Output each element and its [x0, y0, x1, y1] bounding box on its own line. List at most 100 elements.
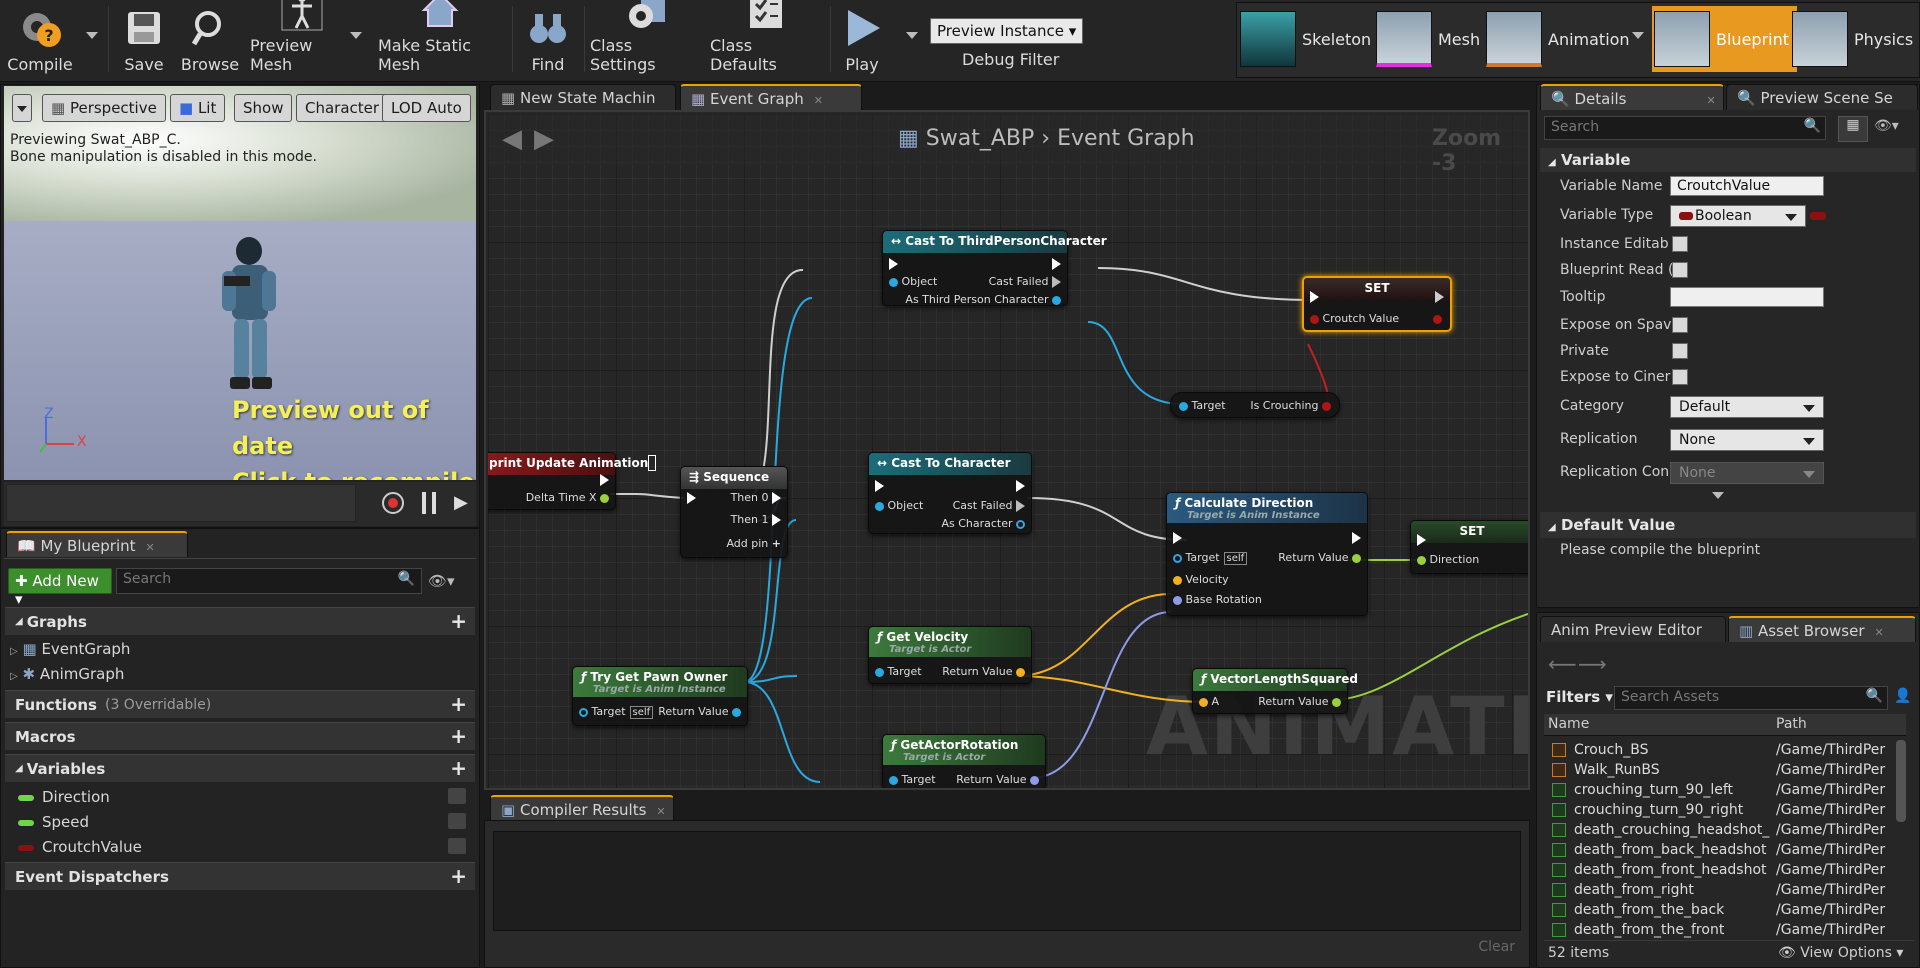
- property-matrix-grid-icon[interactable]: ▦: [1838, 116, 1868, 142]
- back-arrow-icon[interactable]: ⟵: [1548, 652, 1577, 676]
- class-defaults-button[interactable]: Class Defaults: [710, 0, 822, 78]
- eye-visibility-icon[interactable]: [448, 813, 466, 829]
- play-options-chevron-down-icon[interactable]: [906, 32, 918, 39]
- asset-row[interactable]: death_from_back_headshot: [1552, 842, 1766, 858]
- advanced-expand-chevron-down-icon[interactable]: [1712, 492, 1724, 499]
- save-button[interactable]: Save: [118, 0, 170, 78]
- lit-button[interactable]: ■ Lit: [170, 94, 226, 122]
- debug-object-select[interactable]: Preview Instance ▾: [930, 18, 1084, 44]
- compile-options-chevron-down-icon[interactable]: [86, 32, 98, 39]
- blueprint-read-only-checkbox[interactable]: [1672, 262, 1688, 278]
- show-button[interactable]: Show: [234, 94, 293, 122]
- return-value-pin[interactable]: Return Value: [956, 773, 1039, 786]
- lock-person-icon[interactable]: 👤: [1894, 688, 1911, 704]
- a-pin[interactable]: A: [1199, 695, 1219, 708]
- croutch-value-pin[interactable]: Croutch Value: [1310, 312, 1399, 325]
- asset-row[interactable]: Walk_RunBS: [1552, 762, 1660, 778]
- close-icon[interactable]: ✕: [656, 805, 665, 818]
- tab-asset-browser[interactable]: ▥ Asset Browser ✕: [1728, 616, 1916, 642]
- step-forward-button[interactable]: ▶: [454, 492, 468, 513]
- mode-mesh-button[interactable]: Mesh: [1376, 6, 1488, 72]
- details-search-input[interactable]: Search 🔍: [1544, 116, 1826, 140]
- search-icon[interactable]: 🔍: [1804, 118, 1821, 134]
- add-macro-plus-icon[interactable]: +: [450, 726, 467, 746]
- tab-my-blueprint[interactable]: 📖 My Blueprint ✕: [6, 531, 188, 557]
- close-icon[interactable]: ✕: [814, 94, 823, 107]
- forward-arrow-icon[interactable]: ⟶: [1578, 652, 1607, 676]
- tab-details[interactable]: 🔍 Details ✕: [1540, 84, 1724, 110]
- node-calculate-direction[interactable]: ƒ Calculate Direction Target is Anim Ins…: [1166, 492, 1368, 616]
- croutch-value-out-pin[interactable]: [1433, 312, 1442, 325]
- expose-on-spawn-checkbox[interactable]: [1672, 317, 1688, 333]
- compile-button[interactable]: ? Compile: [4, 0, 76, 78]
- target-pin[interactable]: Target self: [1173, 551, 1248, 565]
- filters-button[interactable]: Filters ▾: [1546, 688, 1613, 706]
- section-macros[interactable]: Macros +: [5, 722, 475, 750]
- find-button[interactable]: Find: [520, 0, 576, 78]
- node-is-crouching[interactable]: Target Is Crouching: [1170, 392, 1340, 418]
- tab-new-state-machine[interactable]: ▦ New State Machin: [490, 84, 676, 110]
- node-get-velocity[interactable]: ƒ Get Velocity Target is Actor Target Re…: [868, 626, 1032, 684]
- view-options-button[interactable]: 👁 View Options ▾: [1778, 945, 1903, 961]
- cast-failed-pin[interactable]: Cast Failed: [989, 275, 1061, 288]
- eye-visibility-icon[interactable]: [448, 838, 466, 854]
- make-static-mesh-button[interactable]: Make Static Mesh: [378, 0, 502, 78]
- exec-in-pin[interactable]: [687, 491, 696, 504]
- mode-blueprint-button[interactable]: Blueprint: [1652, 6, 1797, 72]
- exec-in-pin[interactable]: [1417, 533, 1426, 546]
- viewport-canvas[interactable]: Previewing Swat_ABP_C. Bone manipulation…: [4, 86, 476, 480]
- exec-in-pin[interactable]: [889, 257, 898, 270]
- clear-button[interactable]: Clear: [1478, 939, 1515, 955]
- node-cast-to-third-person-character[interactable]: ↔ Cast To ThirdPersonCharacter Object Ca…: [882, 230, 1107, 306]
- graph-canvas[interactable]: ◀ ▶ ▦ Swat_ABP › Event Graph Zoom -3 ANI…: [488, 114, 1528, 788]
- lod-button[interactable]: LOD Auto: [382, 94, 471, 122]
- add-function-plus-icon[interactable]: +: [450, 694, 467, 714]
- class-settings-button[interactable]: Class Settings: [590, 0, 700, 78]
- preview-mesh-button[interactable]: Preview Mesh: [250, 0, 354, 78]
- exec-out-pin[interactable]: [1352, 531, 1361, 544]
- mode-skeleton-button[interactable]: Skeleton: [1240, 6, 1379, 72]
- character-button[interactable]: Character: [296, 94, 389, 122]
- variable-name-field[interactable]: CroutchValue: [1670, 176, 1824, 196]
- visibility-eye-icon[interactable]: 👁▾: [428, 572, 455, 590]
- tooltip-field[interactable]: [1670, 287, 1824, 307]
- add-dispatcher-plus-icon[interactable]: +: [450, 866, 467, 886]
- expose-to-cinematics-checkbox[interactable]: [1672, 369, 1688, 385]
- tab-event-graph[interactable]: ▦ Event Graph ✕: [680, 84, 862, 110]
- timeline-scrubber[interactable]: [6, 484, 356, 522]
- asset-search-input[interactable]: Search Assets 🔍: [1614, 686, 1888, 710]
- exec-out-pin[interactable]: [1016, 479, 1025, 492]
- node-try-get-pawn-owner[interactable]: ƒ Try Get Pawn Owner Target is Anim Inst…: [572, 666, 748, 726]
- is-crouching-pin[interactable]: Is Crouching: [1250, 399, 1331, 412]
- section-graphs[interactable]: ◢ Graphs +: [5, 607, 475, 635]
- close-icon[interactable]: ✕: [146, 541, 155, 554]
- instance-editable-checkbox[interactable]: [1672, 236, 1688, 252]
- add-graph-plus-icon[interactable]: +: [450, 611, 467, 631]
- asset-row[interactable]: Crouch_BS: [1552, 742, 1648, 758]
- section-functions[interactable]: Functions (3 Overridable) +: [5, 690, 475, 718]
- category-select[interactable]: Default: [1670, 396, 1824, 418]
- mode-animation-button[interactable]: Animation: [1486, 6, 1638, 72]
- my-blueprint-search-input[interactable]: Search 🔍: [116, 568, 422, 594]
- then-0-pin[interactable]: Then 0: [731, 491, 781, 504]
- target-pin[interactable]: Target self: [579, 705, 654, 719]
- add-variable-plus-icon[interactable]: +: [450, 758, 467, 778]
- exec-out-pin[interactable]: [1052, 257, 1061, 270]
- variable-item-speed[interactable]: Speed: [18, 813, 470, 831]
- preview-mesh-chevron-down-icon[interactable]: [350, 32, 362, 39]
- exec-out-pin[interactable]: [1435, 290, 1444, 303]
- node-vector-length-squared[interactable]: ƒ VectorLengthSquared A Return Value: [1192, 668, 1358, 714]
- details-section-variable[interactable]: ◢ Variable: [1540, 148, 1916, 172]
- delta-time-pin[interactable]: Delta Time X: [526, 491, 609, 504]
- replication-select[interactable]: None: [1670, 429, 1824, 451]
- close-icon[interactable]: ✕: [1875, 626, 1884, 639]
- eye-visibility-icon[interactable]: [448, 788, 466, 804]
- mode-physics-button[interactable]: Physics: [1792, 6, 1920, 72]
- asset-row[interactable]: death_from_the_back: [1552, 902, 1724, 918]
- column-name[interactable]: Name: [1548, 716, 1589, 732]
- tab-anim-preview-editor[interactable]: Anim Preview Editor: [1540, 616, 1726, 642]
- tab-compiler-results[interactable]: ▣ Compiler Results ✕: [490, 795, 674, 821]
- asset-row[interactable]: crouching_turn_90_left: [1552, 782, 1733, 798]
- column-path[interactable]: Path: [1776, 716, 1807, 732]
- as-character-pin[interactable]: As Character: [941, 517, 1025, 530]
